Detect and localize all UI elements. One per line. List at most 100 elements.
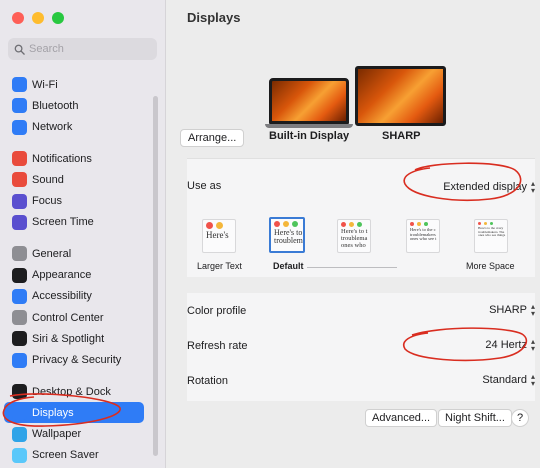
appearance-icon — [12, 267, 27, 283]
search-field[interactable] — [8, 38, 157, 60]
sidebar-scrollbar[interactable] — [153, 96, 158, 456]
page-title: Displays — [187, 10, 241, 25]
color-profile-label: Color profile — [187, 305, 247, 317]
use-as-label: Use as — [187, 180, 222, 192]
resolution-options: Here's Larger Text Here's to troublem Defaul… — [187, 215, 535, 275]
sidebar-item-appearance[interactable]: Appearance — [0, 264, 158, 285]
sidebar-nav: Wi-Fi Bluetooth Network Notifications Sound F… — [0, 74, 166, 468]
sidebar-item-label: Wi-Fi — [32, 78, 58, 91]
sidebar-item-label: Displays — [32, 406, 74, 419]
refresh-rate-label: Refresh rate — [187, 340, 248, 352]
arrange-button[interactable]: Arrange... — [180, 129, 245, 147]
display-builtin[interactable] — [265, 78, 353, 128]
rotation-label: Rotation — [187, 375, 228, 387]
display-sharp[interactable] — [355, 66, 446, 126]
sidebar-item-screen-time[interactable]: Screen Time — [0, 212, 158, 233]
laptop-base — [265, 124, 353, 128]
sidebar-item-displays[interactable]: Displays — [4, 402, 144, 424]
display-label-sharp: SHARP — [382, 130, 421, 142]
color-profile-value: SHARP — [489, 304, 527, 316]
sidebar-item-label: Privacy & Security — [32, 354, 122, 367]
sharp-screen-thumbnail — [355, 66, 446, 126]
resolution-option[interactable]: Here's to t troublema ones who — [337, 219, 371, 253]
advanced-button[interactable]: Advanced... — [365, 409, 438, 427]
use-as-popup[interactable]: Extended display ▴ ▾ — [443, 179, 535, 195]
color-profile-popup[interactable]: SHARP ▴ ▾ — [489, 302, 535, 318]
search-icon — [14, 44, 25, 55]
sidebar-item-siri-spotlight[interactable]: Siri & Spotlight — [0, 328, 158, 349]
use-as-value: Extended display — [443, 181, 527, 193]
window-controls — [12, 12, 64, 24]
control-center-icon — [12, 310, 27, 326]
help-button[interactable]: ? — [511, 409, 529, 427]
resolution-caption: Larger Text — [197, 261, 242, 271]
zoom-button[interactable] — [52, 12, 64, 24]
display-settings-card: Use as Extended display ▴ ▾ Here's Larger … — [187, 158, 535, 277]
sidebar-item-notifications[interactable]: Notifications — [0, 148, 158, 169]
sidebar-group: General Appearance Accessibility Control Ce… — [0, 243, 166, 371]
night-shift-button[interactable]: Night Shift... — [438, 409, 512, 427]
notifications-icon — [12, 151, 27, 167]
displays-icon — [12, 405, 27, 421]
sidebar-group: Wi-Fi Bluetooth Network — [0, 74, 166, 138]
sidebar-item-label: Bluetooth — [32, 99, 79, 112]
sidebar-item-label: Siri & Spotlight — [32, 332, 105, 345]
sidebar-group: Desktop & Dock Displays Wallpaper Screen Sa… — [0, 381, 166, 466]
wifi-icon — [12, 77, 27, 93]
refresh-rate-value: 24 Hertz — [485, 339, 527, 351]
updown-chevron-icon: ▴ ▾ — [530, 372, 535, 388]
resolution-caption: Default — [273, 261, 304, 271]
sidebar-item-desktop-dock[interactable]: Desktop & Dock — [0, 381, 158, 402]
sidebar-item-bluetooth[interactable]: Bluetooth — [0, 95, 158, 116]
sidebar-item-wi-fi[interactable]: Wi-Fi — [0, 74, 158, 95]
sidebar-item-label: Screen Time — [32, 216, 94, 229]
sidebar-item-sound[interactable]: Sound — [0, 169, 158, 190]
sidebar-item-label: Control Center — [32, 311, 104, 324]
sidebar-item-label: Wallpaper — [32, 428, 82, 441]
bluetooth-icon — [12, 98, 27, 114]
sidebar-item-label: Accessibility — [32, 290, 92, 303]
updown-chevron-icon: ▴ ▾ — [530, 179, 535, 195]
accessibility-icon — [12, 288, 27, 304]
gear-icon — [12, 246, 27, 262]
resolution-sample-text: ones who see things — [478, 233, 506, 238]
close-button[interactable] — [12, 12, 24, 24]
resolution-sample-text: ones who see t — [410, 236, 437, 242]
siri-icon — [12, 331, 27, 347]
resolution-sample-text: ones who — [341, 241, 366, 249]
refresh-rate-popup[interactable]: 24 Hertz ▴ ▾ — [485, 337, 535, 353]
sidebar-item-privacy-security[interactable]: Privacy & Security — [0, 350, 158, 371]
minimize-button[interactable] — [32, 12, 44, 24]
search-input[interactable] — [29, 43, 149, 55]
rotation-value: Standard — [482, 374, 527, 386]
updown-chevron-icon: ▴ ▾ — [530, 302, 535, 318]
resolution-option[interactable]: Here's to the c troublemakers ones who see… — [406, 219, 440, 253]
sidebar-item-general[interactable]: General — [0, 243, 158, 264]
sidebar-item-focus[interactable]: Focus — [0, 190, 158, 211]
rotation-popup[interactable]: Standard ▴ ▾ — [482, 372, 535, 388]
sidebar-item-screen-saver[interactable]: Screen Saver — [0, 445, 158, 466]
resolution-sample-text: Here's — [206, 230, 229, 240]
updown-chevron-icon: ▴ ▾ — [530, 337, 535, 353]
sidebar-item-label: Sound — [32, 173, 64, 186]
builtin-screen-thumbnail — [269, 78, 349, 124]
sidebar-item-accessibility[interactable]: Accessibility — [0, 286, 158, 307]
wallpaper-icon — [12, 426, 27, 442]
resolution-option[interactable]: Here's — [202, 219, 236, 253]
resolution-divider — [307, 267, 397, 268]
network-icon — [12, 119, 27, 135]
settings-window: Wi-Fi Bluetooth Network Notifications Sound F… — [0, 0, 540, 468]
resolution-option[interactable]: Here's to the crazy troublemakers. The one… — [474, 219, 508, 253]
sidebar-item-label: Appearance — [32, 269, 92, 282]
sidebar-item-wallpaper[interactable]: Wallpaper — [0, 423, 158, 444]
sidebar-item-label: Network — [32, 121, 73, 134]
display-options-card: Color profile SHARP ▴ ▾ Refresh rate 24 H… — [187, 293, 535, 401]
sidebar-item-control-center[interactable]: Control Center — [0, 307, 158, 328]
sound-icon — [12, 172, 27, 188]
dock-icon — [12, 384, 27, 399]
sidebar-item-network[interactable]: Network — [0, 117, 158, 138]
sidebar-item-label: Notifications — [32, 152, 92, 165]
resolution-option[interactable]: Here's to troublem — [269, 217, 305, 253]
sidebar-item-label: General — [32, 247, 72, 260]
sidebar-group: Notifications Sound Focus Screen Time — [0, 148, 166, 233]
